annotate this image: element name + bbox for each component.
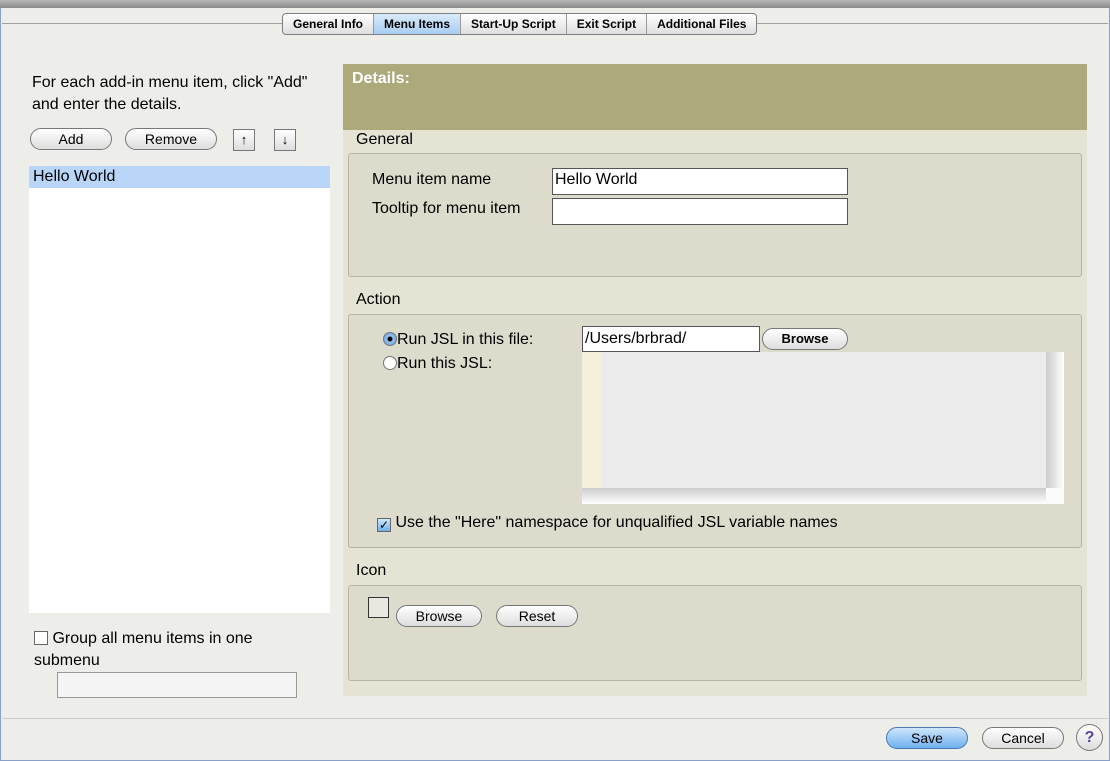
tab-exit-script[interactable]: Exit Script <box>567 14 648 34</box>
jsl-editor[interactable] <box>602 352 1046 488</box>
menu-items-list[interactable]: Hello World <box>29 166 330 613</box>
browse-jsl-button[interactable]: Browse <box>762 328 848 350</box>
add-button[interactable]: Add <box>30 128 112 150</box>
run-jsl-option[interactable]: Run this JSL: <box>383 355 492 373</box>
tooltip-input[interactable] <box>552 198 848 225</box>
remove-button[interactable]: Remove <box>125 128 217 150</box>
window-titlebar <box>0 0 1110 8</box>
tab-bar: General Info Menu Items Start-Up Script … <box>282 13 758 35</box>
submenu-name-input[interactable] <box>57 672 297 698</box>
instructions-text: For each add-in menu item, click "Add" a… <box>32 74 308 113</box>
menu-item-name-input[interactable]: Hello World <box>552 168 848 195</box>
group-submenu-label: Group all menu items in one submenu <box>34 630 253 669</box>
tab-menu-items[interactable]: Menu Items <box>374 14 462 34</box>
arrow-up-icon: ↑ <box>240 132 248 147</box>
icon-reset-button[interactable]: Reset <box>496 605 578 627</box>
icon-preview <box>368 597 389 618</box>
tab-general-info[interactable]: General Info <box>283 14 375 34</box>
cancel-button[interactable]: Cancel <box>982 727 1064 749</box>
save-button[interactable]: Save <box>886 727 968 749</box>
vertical-scrollbar[interactable] <box>1046 352 1064 488</box>
action-heading: Action <box>356 291 401 308</box>
icon-heading: Icon <box>356 562 387 579</box>
run-jsl-radio[interactable] <box>383 356 397 370</box>
list-item[interactable]: Hello World <box>29 166 330 188</box>
jsl-file-path-input[interactable]: /Users/brbrad/ <box>582 326 760 352</box>
move-up-button[interactable]: ↑ <box>233 129 255 151</box>
horizontal-scrollbar[interactable] <box>582 488 1046 504</box>
tab-startup-script[interactable]: Start-Up Script <box>461 14 567 34</box>
general-heading: General <box>356 131 413 148</box>
run-file-label: Run JSL in this file: <box>397 331 534 348</box>
run-file-radio[interactable] <box>383 332 397 346</box>
arrow-down-icon: ↓ <box>281 132 289 147</box>
icon-browse-button[interactable]: Browse <box>396 605 482 627</box>
details-header: Details: <box>343 64 1087 130</box>
group-submenu-option[interactable]: Group all menu items in one submenu <box>34 628 304 672</box>
footer-divider <box>2 718 1108 719</box>
run-jsl-label: Run this JSL: <box>397 355 493 372</box>
jsl-editor-frame <box>582 352 1064 504</box>
group-submenu-checkbox[interactable] <box>34 631 48 645</box>
here-namespace-checkbox[interactable]: ✓ <box>377 518 391 532</box>
run-file-option[interactable]: Run JSL in this file: <box>383 331 533 349</box>
editor-gutter <box>582 352 602 488</box>
move-down-button[interactable]: ↓ <box>274 129 296 151</box>
here-namespace-option[interactable]: ✓ Use the "Here" namespace for unqualifi… <box>377 514 838 532</box>
icon-group <box>348 585 1082 681</box>
menu-item-name-label: Menu item name <box>372 171 492 188</box>
tab-additional-files[interactable]: Additional Files <box>647 14 756 34</box>
tooltip-label: Tooltip for menu item <box>372 200 521 217</box>
here-namespace-label: Use the "Here" namespace for unqualified… <box>395 514 838 531</box>
help-icon[interactable]: ? <box>1076 724 1103 751</box>
